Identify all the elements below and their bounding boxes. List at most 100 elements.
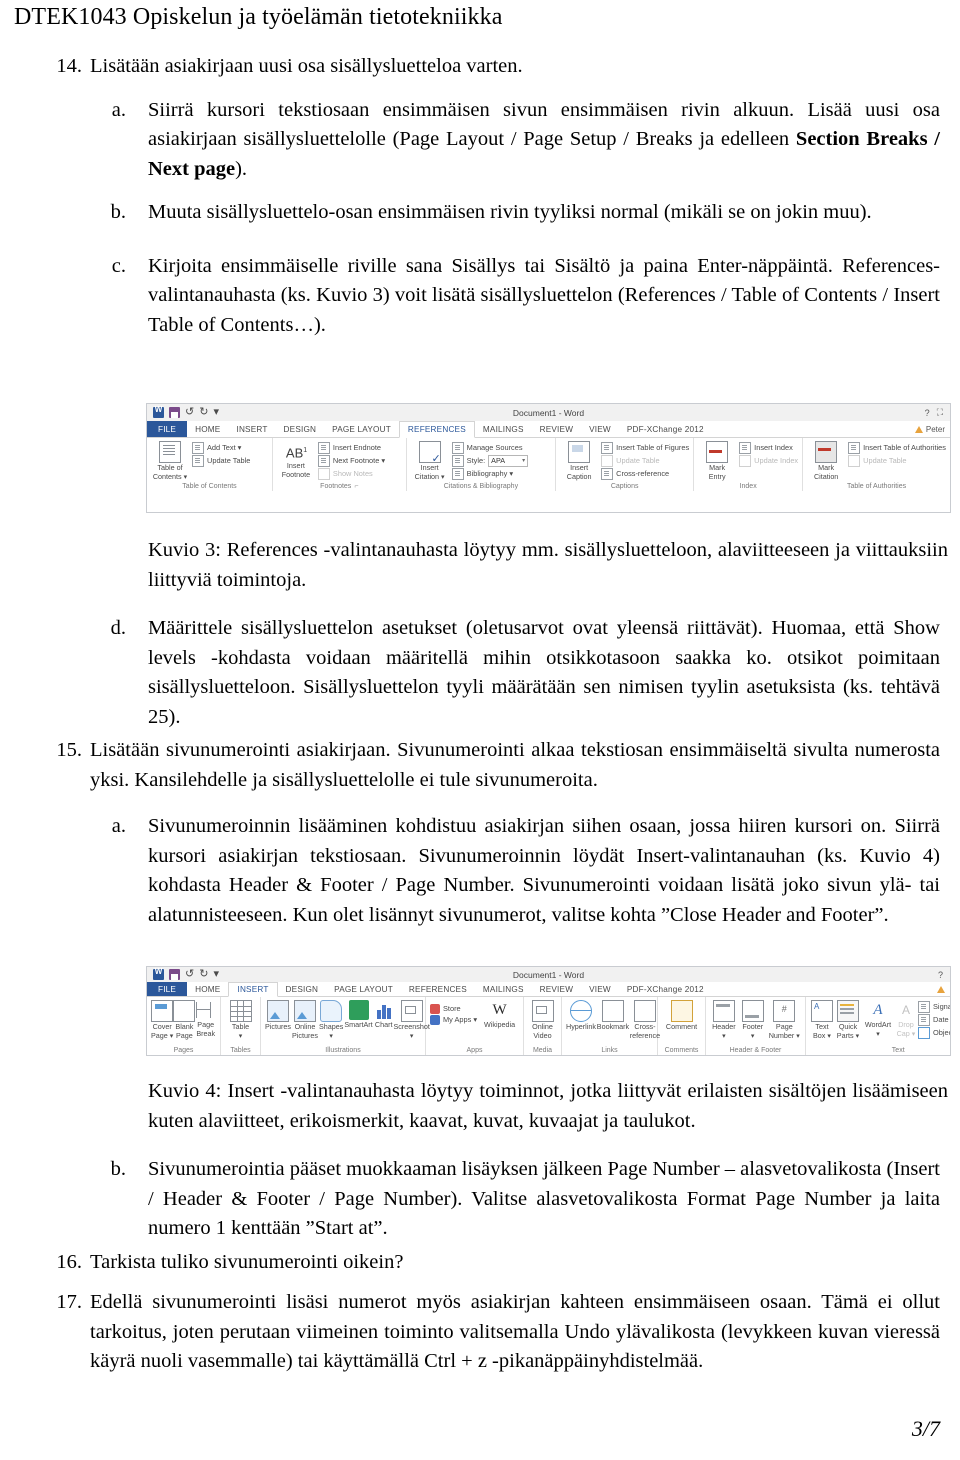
redo-icon[interactable]: ↻: [199, 407, 208, 418]
tab-insert[interactable]: INSERT: [228, 421, 275, 437]
button-text-box[interactable]: Text Box ▾: [810, 999, 834, 1041]
tab-file[interactable]: FILE: [147, 421, 188, 437]
window-controls[interactable]: ? ⛶: [925, 407, 946, 418]
button-update-table-authorities[interactable]: Update Table: [848, 455, 946, 467]
save-icon[interactable]: [169, 407, 180, 418]
button-comment[interactable]: Comment: [662, 999, 701, 1031]
redo-icon[interactable]: ↻: [199, 969, 208, 980]
button-chart[interactable]: Chart: [374, 999, 394, 1029]
style-selector-row[interactable]: Style: APA ▾: [451, 455, 529, 467]
button-update-index[interactable]: Update Index: [739, 455, 798, 467]
button-wikipedia[interactable]: W Wikipedia: [480, 999, 519, 1029]
update-table-icon: [601, 455, 614, 467]
button-label-line1: Online: [532, 1022, 553, 1031]
button-page-break[interactable]: Page Break: [195, 999, 216, 1039]
tab-view[interactable]: VIEW: [581, 421, 619, 437]
button-mark-citation[interactable]: Mark Citation: [807, 440, 845, 482]
button-mark-entry[interactable]: Mark Entry: [698, 440, 736, 482]
quick-access-toolbar[interactable]: ↺ ↻ ▾: [151, 405, 219, 418]
tab-references[interactable]: REFERENCES: [401, 982, 475, 996]
button-insert-footnote[interactable]: AB1 Insert Footnote: [277, 440, 315, 480]
warning-area[interactable]: [937, 982, 950, 996]
undo-icon[interactable]: ↺: [185, 407, 194, 418]
button-add-text[interactable]: Add Text ▾: [192, 442, 250, 454]
next-footnote-icon: [317, 455, 330, 467]
ribbon-display-options-icon[interactable]: ⛶: [937, 407, 943, 418]
button-next-footnote[interactable]: Next Footnote ▾: [317, 455, 385, 467]
button-show-notes[interactable]: Show Notes: [317, 468, 385, 480]
button-object[interactable]: Object ▾: [918, 1027, 950, 1039]
tab-file[interactable]: FILE: [147, 982, 188, 996]
undo-icon[interactable]: ↺: [185, 969, 194, 980]
button-online-pictures[interactable]: Online Pictures: [292, 999, 318, 1041]
button-screenshot[interactable]: Screenshot ▾: [394, 999, 430, 1041]
tab-review[interactable]: REVIEW: [532, 421, 582, 437]
cross-reference-icon: [601, 468, 614, 480]
button-manage-sources[interactable]: Manage Sources: [451, 442, 528, 454]
button-page-number[interactable]: Page Number ▾: [768, 999, 801, 1041]
ribbon-tab-strip[interactable]: FILE HOME INSERT DESIGN PAGE LAYOUT REFE…: [147, 421, 950, 438]
button-footer[interactable]: Footer ▾: [739, 999, 767, 1041]
button-label: Update Table: [863, 456, 907, 465]
button-label: Insert Table of Figures: [616, 443, 690, 452]
button-bibliography[interactable]: Bibliography ▾: [451, 468, 528, 480]
button-blank-page[interactable]: Blank Page: [173, 999, 196, 1041]
button-my-apps[interactable]: My Apps ▾: [430, 1015, 477, 1025]
button-cover-page[interactable]: Cover Page ▾: [151, 999, 173, 1041]
tab-view[interactable]: VIEW: [581, 982, 619, 996]
button-quick-parts[interactable]: Quick Parts ▾: [835, 999, 861, 1041]
ribbon-content: Cover Page ▾ Blank Page Page Break Pages: [147, 997, 950, 1055]
help-icon[interactable]: ?: [925, 408, 930, 418]
group-index: Mark Entry Insert Index Update Index Ind…: [694, 438, 804, 491]
button-wordart[interactable]: A WordArt ▾: [862, 999, 894, 1039]
tab-references[interactable]: REFERENCES: [398, 421, 475, 438]
button-insert-endnote[interactable]: Insert Endnote: [317, 442, 385, 454]
button-table[interactable]: Table ▾: [225, 999, 256, 1041]
button-hyperlink[interactable]: Hyperlink: [566, 999, 596, 1031]
button-insert-caption[interactable]: Insert Caption: [560, 440, 598, 482]
button-pictures[interactable]: Pictures: [265, 999, 291, 1031]
tab-home[interactable]: HOME: [187, 982, 228, 996]
tab-page-layout[interactable]: PAGE LAYOUT: [324, 421, 399, 437]
button-table-of-contents[interactable]: Table of Contents ▾: [151, 440, 189, 482]
tab-design[interactable]: DESIGN: [278, 982, 327, 996]
user-account[interactable]: Peter: [914, 421, 950, 437]
tab-mailings[interactable]: MAILINGS: [475, 421, 532, 437]
tab-insert[interactable]: INSERT: [228, 982, 278, 997]
button-shapes[interactable]: Shapes ▾: [319, 999, 343, 1041]
window-controls[interactable]: ?: [938, 970, 946, 980]
button-insert-table-of-figures[interactable]: Insert Table of Figures: [601, 442, 689, 454]
save-icon[interactable]: [169, 969, 180, 980]
button-smartart[interactable]: SmartArt: [344, 999, 373, 1029]
button-insert-citation[interactable]: Insert Citation ▾: [411, 440, 449, 482]
button-insert-table-of-authorities[interactable]: Insert Table of Authorities: [848, 442, 946, 454]
button-signature-line[interactable]: Signature Line ▾: [918, 1001, 950, 1013]
button-cross-reference[interactable]: Cross-reference: [601, 468, 689, 480]
tab-pdf-xchange[interactable]: PDF-XChange 2012: [619, 982, 712, 996]
tab-mailings[interactable]: MAILINGS: [475, 982, 532, 996]
button-store[interactable]: Store: [430, 1004, 477, 1014]
tab-design[interactable]: DESIGN: [276, 421, 325, 437]
customize-qat-icon[interactable]: ▾: [213, 407, 219, 418]
button-bookmark[interactable]: Bookmark: [597, 999, 629, 1031]
button-online-video[interactable]: Online Video: [528, 999, 557, 1041]
dialog-launcher-icon[interactable]: ⌐: [354, 483, 358, 490]
group-label-wrap: Footnotes ⌐: [277, 482, 402, 491]
button-insert-index[interactable]: Insert Index: [739, 442, 798, 454]
button-header[interactable]: Header ▾: [710, 999, 738, 1041]
button-update-table[interactable]: Update Table: [192, 455, 250, 467]
tab-review[interactable]: REVIEW: [532, 982, 582, 996]
button-drop-cap[interactable]: A Drop Cap ▾: [895, 999, 917, 1039]
button-label-line2: Citation ▾: [414, 472, 445, 482]
ribbon-tab-strip[interactable]: FILE HOME INSERT DESIGN PAGE LAYOUT REFE…: [147, 982, 950, 997]
style-dropdown[interactable]: APA ▾: [488, 455, 529, 467]
tab-page-layout[interactable]: PAGE LAYOUT: [326, 982, 401, 996]
button-update-table-figures[interactable]: Update Table: [601, 455, 689, 467]
help-icon[interactable]: ?: [938, 970, 943, 980]
customize-qat-icon[interactable]: ▾: [213, 969, 219, 980]
button-cross-reference[interactable]: Cross- reference: [630, 999, 660, 1041]
tab-pdf-xchange[interactable]: PDF-XChange 2012: [619, 421, 712, 437]
button-date-time[interactable]: Date & Time: [918, 1014, 950, 1026]
quick-access-toolbar[interactable]: ↺ ↻ ▾: [151, 967, 219, 980]
tab-home[interactable]: HOME: [187, 421, 228, 437]
